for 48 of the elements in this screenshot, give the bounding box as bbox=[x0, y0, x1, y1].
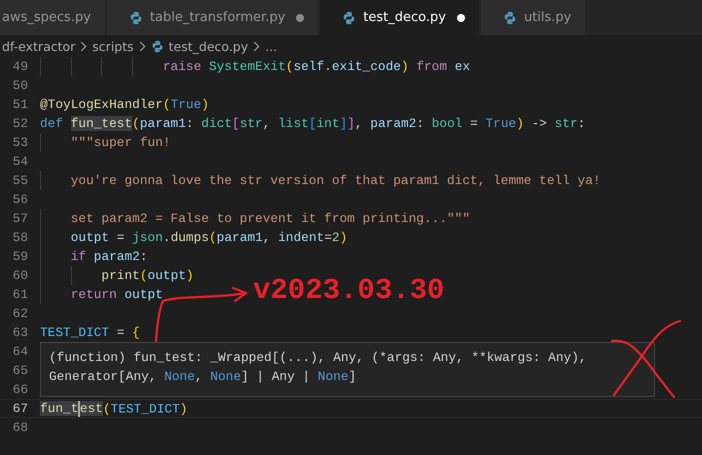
code-line: return outpt bbox=[70, 287, 163, 302]
line-number: 58 bbox=[12, 230, 28, 245]
chevron-icon bbox=[80, 40, 88, 52]
line-number: 57 bbox=[12, 211, 28, 226]
line-number: 66 bbox=[12, 382, 28, 397]
editor-tab[interactable]: aws_specs.py bbox=[0, 0, 105, 35]
chevron-icon bbox=[253, 40, 260, 52]
code-line: you're gonna love the str version of that param1 dict, lemme tell ya! bbox=[70, 173, 601, 188]
code-line: raise SystemExit(self.exit_code) from ex bbox=[162, 59, 470, 74]
line-number: 54 bbox=[12, 154, 28, 169]
editor-tab[interactable]: table_transformer.py bbox=[106, 0, 318, 35]
chevron-icon bbox=[138, 40, 146, 52]
editor-tab[interactable]: test_deco.py bbox=[320, 0, 479, 35]
line-number: 55 bbox=[12, 173, 28, 188]
line-number: 59 bbox=[12, 249, 28, 264]
line-number: 60 bbox=[12, 268, 28, 283]
line-number: 49 bbox=[12, 59, 28, 74]
line-number: 53 bbox=[12, 135, 28, 150]
line-number: 51 bbox=[12, 97, 28, 112]
line-number: 67 bbox=[12, 401, 28, 416]
unsaved-dot bbox=[296, 14, 304, 22]
code-line: set param2 = False to prevent it from printing...""" bbox=[70, 211, 470, 226]
code-line: outpt = json.dumps(param1, indent=2) bbox=[70, 230, 348, 245]
hover-text-line: Generator[Any, None, None] | Any | None] bbox=[49, 368, 358, 386]
code-line: TEST_DICT = { bbox=[40, 325, 140, 340]
hover-text-line: (function) fun_test: _Wrapped[(...), Any, (*args: Any, **kwargs: Any), bbox=[49, 349, 588, 367]
editor-tab[interactable]: utils.py bbox=[480, 0, 586, 35]
line-number: 65 bbox=[12, 363, 28, 378]
code-line: @ToyLogExHandler(True) bbox=[40, 97, 209, 112]
line-number: 61 bbox=[12, 287, 28, 302]
code-line: def fun_test(param1: dict[str, list[int]], param2: bool = True) -> str: bbox=[40, 116, 586, 131]
unsaved-dot bbox=[456, 14, 465, 22]
line-number: 62 bbox=[12, 306, 28, 321]
line-number: 52 bbox=[12, 116, 28, 131]
code-line: if param2: bbox=[70, 249, 148, 264]
version-annotation: v2023.03.30 bbox=[253, 275, 444, 307]
code-line: """super fun! bbox=[70, 135, 171, 150]
code-line: print(outpt) bbox=[100, 268, 194, 283]
code-line: fun_t est(TEST_DICT) bbox=[40, 400, 188, 416]
breadcrumb-item[interactable]: test_deco.py bbox=[168, 38, 248, 54]
line-number: 63 bbox=[12, 325, 28, 340]
line-number: 50 bbox=[12, 78, 28, 93]
breadcrumb-item[interactable]: df-extractor bbox=[2, 38, 76, 54]
breadcrumb-item[interactable]: ... bbox=[265, 38, 278, 54]
line-number: 64 bbox=[12, 344, 28, 359]
breadcrumb-item[interactable]: scripts bbox=[92, 38, 134, 54]
line-number: 56 bbox=[12, 192, 28, 207]
line-number: 68 bbox=[12, 420, 28, 435]
